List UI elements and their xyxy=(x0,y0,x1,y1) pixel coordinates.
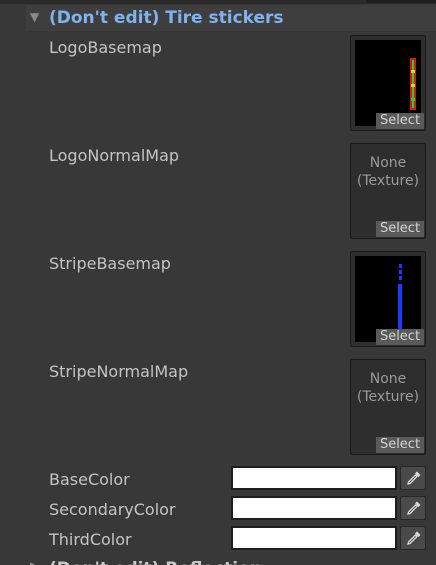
base-color-eyedropper-button[interactable] xyxy=(400,466,426,490)
third-color-label: ThirdColor xyxy=(49,530,132,549)
third-color-swatch xyxy=(233,528,395,545)
eyedropper-icon xyxy=(407,501,421,515)
section-title[interactable]: (Don't edit) Tire stickers xyxy=(49,6,284,30)
logo-normalmap-label: LogoNormalMap xyxy=(49,146,180,165)
material-inspector-panel: ▼ (Don't edit) Tire stickers LogoBasemap… xyxy=(0,0,436,565)
stripe-basemap-select-button[interactable]: Select xyxy=(376,329,424,345)
secondary-color-label: SecondaryColor xyxy=(49,500,176,519)
third-color-eyedropper-button[interactable] xyxy=(400,526,426,550)
stripe-normalmap-texture-slot[interactable]: None (Texture) Select xyxy=(350,359,426,455)
logo-normalmap-texture-slot[interactable]: None (Texture) Select xyxy=(350,143,426,239)
next-section-header[interactable]: ▶ (Don't edit) Reflection xyxy=(26,556,436,565)
stripe-basemap-texture-slot[interactable]: Select xyxy=(350,251,426,347)
logo-basemap-texture-slot[interactable]: Select xyxy=(350,35,426,131)
logo-normalmap-none-text: None (Texture) xyxy=(356,155,420,189)
logo-normalmap-select-button[interactable]: Select xyxy=(376,221,424,237)
logo-basemap-select-button[interactable]: Select xyxy=(376,113,424,129)
next-section-title[interactable]: (Don't edit) Reflection xyxy=(49,557,262,565)
third-color-field[interactable] xyxy=(231,526,397,550)
stripe-normalmap-none-text: None (Texture) xyxy=(356,371,420,405)
base-color-swatch xyxy=(233,468,395,485)
third-color-alpha-bar xyxy=(233,545,395,548)
secondary-color-field[interactable] xyxy=(231,496,397,520)
foldout-collapsed-icon[interactable]: ▶ xyxy=(30,558,39,565)
secondary-color-swatch xyxy=(233,498,395,515)
stripe-normalmap-select-button[interactable]: Select xyxy=(376,437,424,453)
panel-top-edge-right xyxy=(366,0,436,3)
base-color-alpha-bar xyxy=(233,485,395,488)
base-color-label: BaseColor xyxy=(49,470,130,489)
secondary-color-alpha-bar xyxy=(233,515,395,518)
eyedropper-icon xyxy=(407,471,421,485)
base-color-field[interactable] xyxy=(231,466,397,490)
stripe-basemap-label: StripeBasemap xyxy=(49,254,171,273)
stripe-normalmap-label: StripeNormalMap xyxy=(49,362,189,381)
eyedropper-icon xyxy=(407,531,421,545)
secondary-color-eyedropper-button[interactable] xyxy=(400,496,426,520)
logo-basemap-label: LogoBasemap xyxy=(49,38,162,57)
foldout-expanded-icon[interactable]: ▼ xyxy=(30,9,44,25)
